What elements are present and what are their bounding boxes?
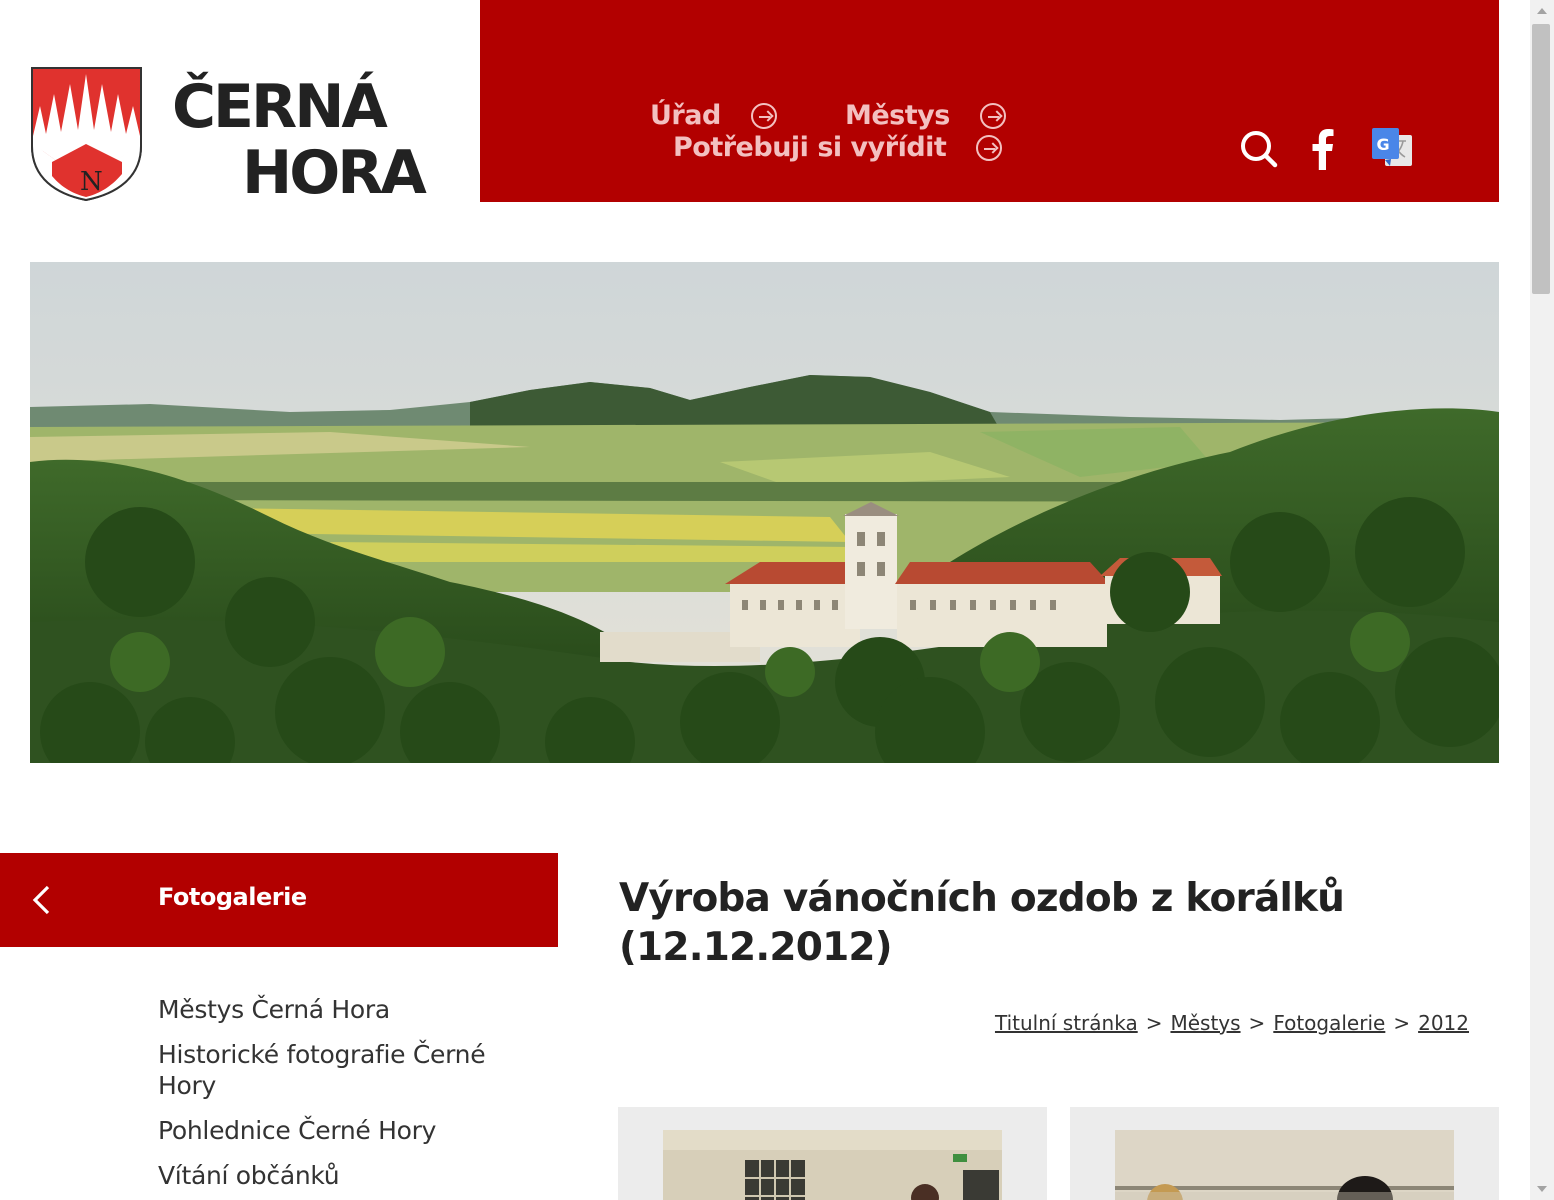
breadcrumb: Titulní stránka > Městys > Fotogalerie >… bbox=[995, 1011, 1469, 1035]
top-navigation-bar: Úřad Městys Potřebuji si vyřídit G bbox=[480, 0, 1499, 202]
page-scrollbar[interactable] bbox=[1530, 0, 1554, 1200]
svg-text:G: G bbox=[1377, 135, 1390, 154]
nav-item-label: Městys bbox=[845, 100, 950, 131]
sidebar-header: Fotogalerie bbox=[0, 853, 558, 947]
brand-line-1: ČERNÁ bbox=[172, 72, 388, 142]
sidebar-item-mestys-cerna-hora[interactable]: Městys Černá Hora bbox=[158, 994, 518, 1025]
sidebar-item-historicke-fotografie[interactable]: Historické fotografie Černé Hory bbox=[158, 1039, 518, 1101]
nav-item-label: Potřebuji si vyřídit bbox=[673, 132, 947, 163]
nav-item-label: Úřad bbox=[650, 100, 721, 131]
sidebar-title: Fotogalerie bbox=[158, 883, 307, 911]
site-brand[interactable]: ČERNÁ HORA bbox=[172, 72, 427, 208]
sidebar-menu: Městys Černá Hora Historické fotografie … bbox=[158, 994, 518, 1200]
google-translate-icon[interactable]: G bbox=[1371, 127, 1413, 169]
nav-item-potrebuji-si-vyridit[interactable]: Potřebuji si vyřídit bbox=[673, 132, 1003, 163]
svg-text:N: N bbox=[80, 167, 103, 197]
search-icon[interactable] bbox=[1240, 130, 1278, 168]
scroll-up-arrow-icon[interactable] bbox=[1537, 8, 1547, 14]
sidebar-item-pohlednice[interactable]: Pohlednice Černé Hory bbox=[158, 1115, 518, 1146]
breadcrumb-link-mestys[interactable]: Městys bbox=[1170, 1011, 1240, 1035]
arrow-right-circle-icon bbox=[979, 102, 1006, 129]
nav-item-urad[interactable]: Úřad bbox=[650, 100, 777, 131]
breadcrumb-link-home[interactable]: Titulní stránka bbox=[995, 1011, 1138, 1035]
breadcrumb-link-2012[interactable]: 2012 bbox=[1418, 1011, 1469, 1035]
sidebar-item-vitani-obcanku[interactable]: Vítání občánků bbox=[158, 1160, 518, 1191]
breadcrumb-separator: > bbox=[1248, 1011, 1266, 1035]
breadcrumb-separator: > bbox=[1393, 1011, 1411, 1035]
page-title: Výroba vánočních ozdob z korálků (12.12.… bbox=[619, 876, 1345, 970]
breadcrumb-link-fotogalerie[interactable]: Fotogalerie bbox=[1273, 1011, 1385, 1035]
arrow-right-circle-icon bbox=[976, 134, 1003, 161]
coat-of-arms-logo[interactable]: N bbox=[30, 66, 143, 202]
gallery-card[interactable] bbox=[1070, 1107, 1499, 1200]
nav-item-mestys[interactable]: Městys bbox=[845, 100, 1006, 131]
chevron-left-icon[interactable] bbox=[30, 885, 54, 915]
gallery-photo[interactable] bbox=[663, 1130, 1002, 1200]
arrow-right-circle-icon bbox=[750, 102, 777, 129]
gallery-card[interactable] bbox=[618, 1107, 1047, 1200]
facebook-icon[interactable] bbox=[1310, 128, 1334, 170]
breadcrumb-separator: > bbox=[1145, 1011, 1163, 1035]
gallery-photo[interactable] bbox=[1115, 1130, 1454, 1200]
hero-landscape-image bbox=[30, 262, 1499, 763]
scroll-down-arrow-icon[interactable] bbox=[1537, 1186, 1547, 1192]
scrollbar-thumb[interactable] bbox=[1532, 24, 1550, 294]
brand-line-2: HORA bbox=[242, 138, 427, 208]
